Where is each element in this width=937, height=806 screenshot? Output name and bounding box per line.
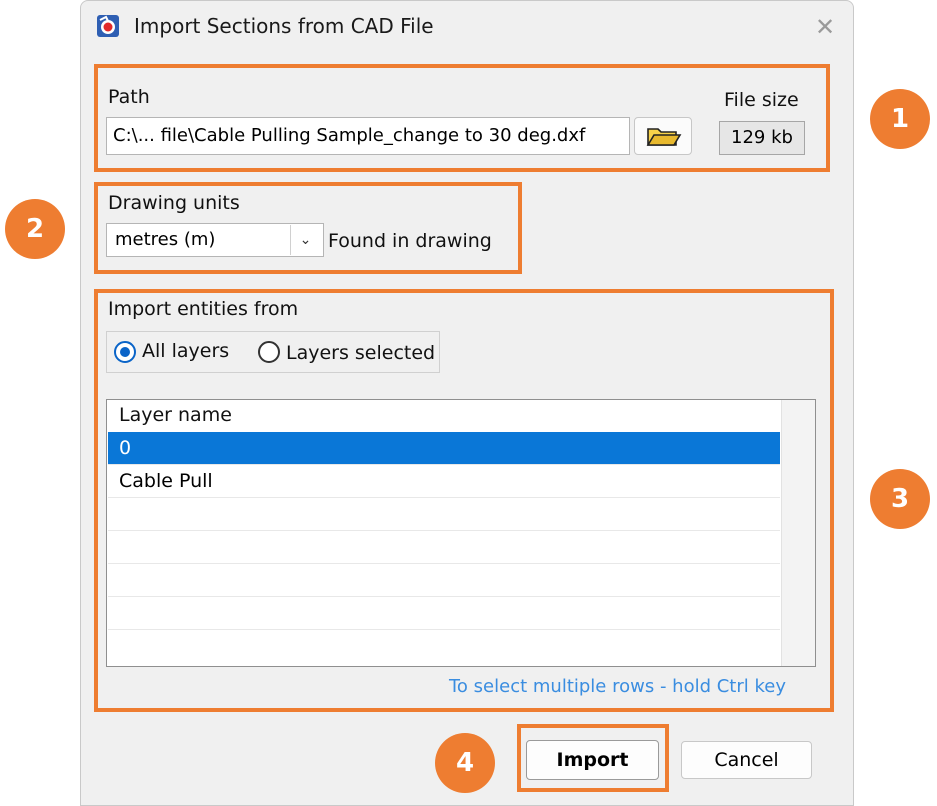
- radio-all-layers-label[interactable]: All layers: [142, 340, 229, 362]
- dialog-title: Import Sections from CAD File: [134, 14, 434, 38]
- empty-row: [108, 498, 780, 531]
- callout-badge-4: 4: [435, 733, 495, 793]
- radio-all-layers[interactable]: [114, 341, 136, 363]
- cancel-button[interactable]: Cancel: [681, 741, 812, 779]
- callout-badge-2: 2: [5, 199, 65, 259]
- units-status: Found in drawing: [328, 230, 492, 252]
- close-icon[interactable]: ✕: [810, 12, 840, 42]
- column-header-layer-name[interactable]: Layer name: [119, 404, 232, 426]
- table-scrollbar[interactable]: [781, 400, 815, 666]
- file-size-value: 129 kb: [719, 121, 805, 155]
- empty-row: [108, 630, 780, 663]
- table-row[interactable]: Cable Pull: [108, 465, 780, 498]
- import-entities-label: Import entities from: [108, 298, 299, 320]
- folder-open-icon: [646, 128, 682, 146]
- radio-layers-selected-label[interactable]: Layers selected: [286, 342, 435, 364]
- drawing-units-label: Drawing units: [108, 192, 240, 214]
- empty-row: [108, 597, 780, 630]
- table-row[interactable]: 0: [108, 432, 780, 465]
- empty-row: [108, 531, 780, 564]
- file-size-label: File size: [724, 89, 799, 111]
- import-button[interactable]: Import: [526, 740, 659, 780]
- path-input[interactable]: C:\... file\Cable Pulling Sample_change …: [106, 117, 630, 155]
- chevron-down-icon[interactable]: ⌄: [290, 225, 320, 255]
- radio-layers-selected[interactable]: [258, 341, 280, 363]
- cad-app-icon: [96, 14, 120, 38]
- path-label: Path: [108, 86, 150, 108]
- browse-button[interactable]: [634, 117, 692, 155]
- callout-badge-1: 1: [870, 89, 930, 149]
- multi-select-hint: To select multiple rows - hold Ctrl key: [449, 676, 786, 697]
- callout-badge-3: 3: [870, 469, 930, 529]
- empty-row: [108, 564, 780, 597]
